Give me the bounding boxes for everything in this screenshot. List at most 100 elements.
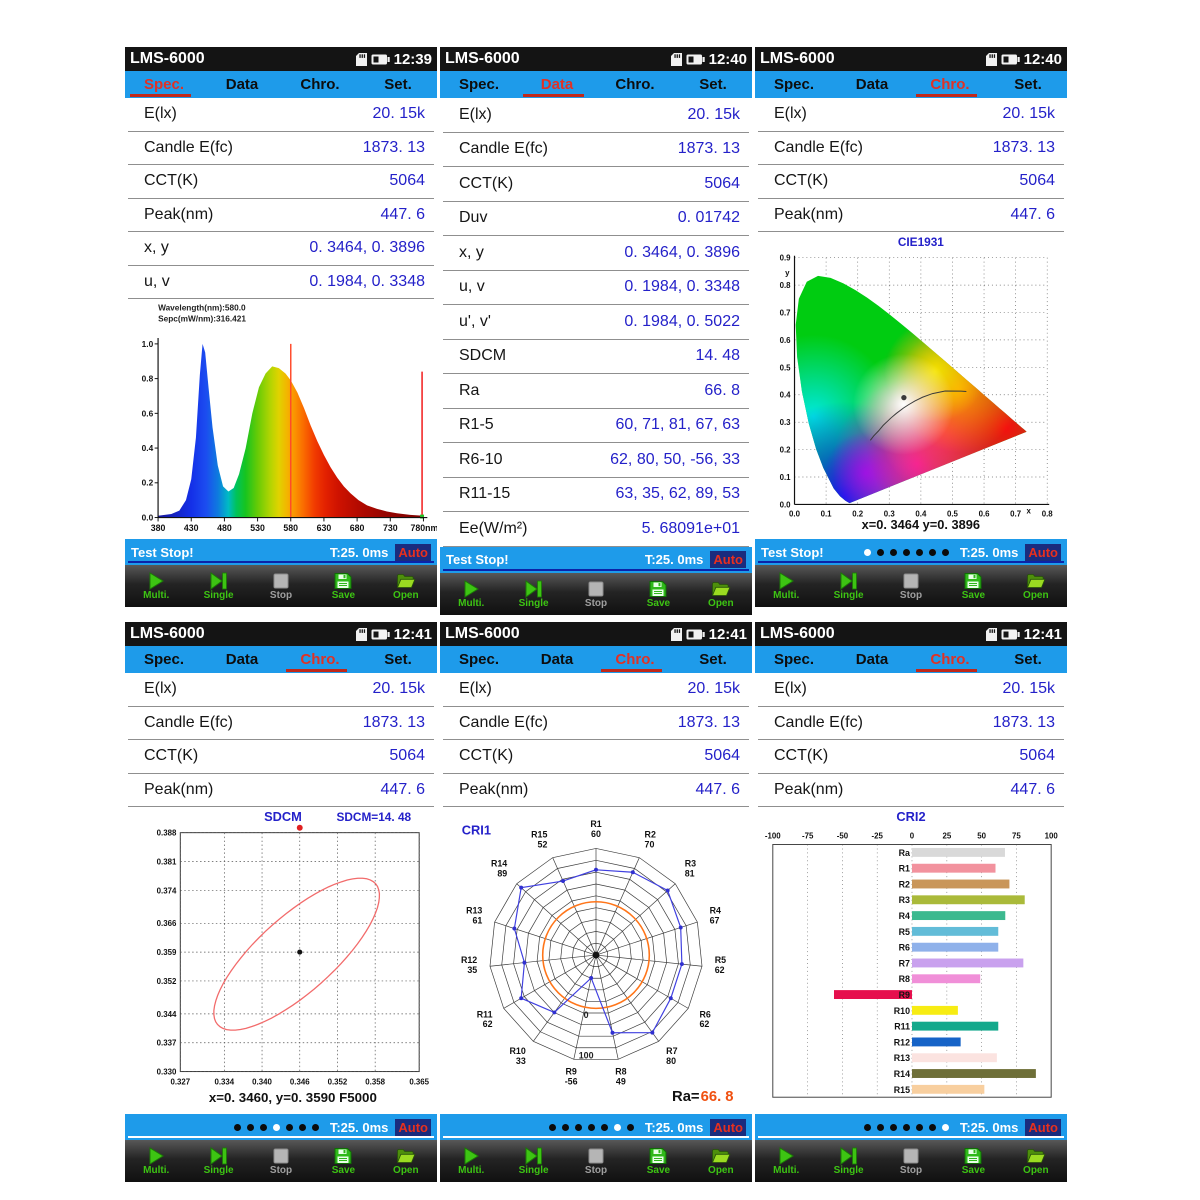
- multi-button[interactable]: Multi.: [125, 565, 187, 607]
- open-button[interactable]: Open: [690, 573, 752, 615]
- svg-text:R7: R7: [899, 958, 910, 968]
- tab-set[interactable]: Set.: [989, 71, 1067, 98]
- tab-set[interactable]: Set.: [989, 646, 1067, 673]
- svg-text:0.0: 0.0: [780, 500, 792, 509]
- table-row: Duv0. 01742: [443, 202, 749, 237]
- tab-set[interactable]: Set.: [359, 646, 437, 673]
- row-value: 447. 6: [381, 781, 425, 799]
- auto-badge[interactable]: Auto: [1025, 1119, 1061, 1136]
- svg-text:0.366: 0.366: [157, 919, 177, 928]
- stop-button[interactable]: Stop: [880, 565, 942, 607]
- auto-badge[interactable]: Auto: [395, 1119, 431, 1136]
- svg-text:66. 8: 66. 8: [701, 1089, 734, 1105]
- play-icon: [146, 572, 166, 590]
- multi-button[interactable]: Multi.: [755, 565, 817, 607]
- table-row: E(lx)20. 15k: [443, 673, 749, 707]
- single-button[interactable]: Single: [817, 1140, 879, 1182]
- single-button[interactable]: Single: [502, 1140, 564, 1182]
- svg-text:0.7: 0.7: [780, 309, 792, 318]
- row-value: 20. 15k: [1003, 680, 1055, 698]
- auto-badge[interactable]: Auto: [395, 544, 431, 561]
- panel-3: LMS-6000 12:40 Spec.DataChro.Set. E(lx)2…: [755, 47, 1067, 607]
- svg-text:CRI2: CRI2: [896, 809, 925, 824]
- row-label: CCT(K): [774, 747, 828, 765]
- row-value: 5064: [389, 172, 425, 190]
- page-dots[interactable]: [546, 1124, 637, 1131]
- page-dot: [864, 549, 871, 556]
- clock-time: 12:41: [1024, 626, 1062, 643]
- tab-set[interactable]: Set.: [359, 71, 437, 98]
- multi-button[interactable]: Multi.: [755, 1140, 817, 1182]
- svg-text:R15: R15: [894, 1085, 910, 1095]
- page-dots[interactable]: [231, 1124, 322, 1131]
- svg-text:R8: R8: [899, 974, 910, 984]
- tab-spec[interactable]: Spec.: [440, 646, 518, 673]
- save-button[interactable]: Save: [942, 565, 1004, 607]
- svg-text:-56: -56: [565, 1076, 578, 1086]
- auto-badge[interactable]: Auto: [710, 551, 746, 568]
- tab-spec[interactable]: Spec.: [125, 71, 203, 98]
- tab-chro[interactable]: Chro.: [281, 71, 359, 98]
- tab-data[interactable]: Data: [833, 646, 911, 673]
- svg-text:100: 100: [579, 1051, 594, 1061]
- multi-button[interactable]: Multi.: [440, 573, 502, 615]
- save-button[interactable]: Save: [627, 573, 689, 615]
- tab-spec[interactable]: Spec.: [755, 71, 833, 98]
- tab-set[interactable]: Set.: [674, 646, 752, 673]
- tab-spec[interactable]: Spec.: [440, 71, 518, 98]
- auto-badge[interactable]: Auto: [1025, 544, 1061, 561]
- table-row: Peak(nm)447. 6: [443, 774, 749, 808]
- open-button[interactable]: Open: [1005, 565, 1067, 607]
- save-button[interactable]: Save: [942, 1140, 1004, 1182]
- svg-text:R11: R11: [477, 1009, 493, 1019]
- save-button[interactable]: Save: [312, 565, 374, 607]
- stop-button[interactable]: Stop: [880, 1140, 942, 1182]
- svg-text:480: 480: [217, 523, 232, 533]
- svg-text:0: 0: [910, 832, 915, 841]
- tab-data[interactable]: Data: [518, 646, 596, 673]
- tab-data[interactable]: Data: [833, 71, 911, 98]
- row-label: CCT(K): [459, 747, 513, 765]
- table-row: Candle E(fc)1873. 13: [128, 707, 434, 741]
- tab-chro[interactable]: Chro.: [596, 646, 674, 673]
- open-button[interactable]: Open: [1005, 1140, 1067, 1182]
- open-button[interactable]: Open: [375, 1140, 437, 1182]
- svg-text:x: x: [1026, 506, 1031, 515]
- stop-button[interactable]: Stop: [250, 565, 312, 607]
- single-button[interactable]: Single: [187, 565, 249, 607]
- auto-badge[interactable]: Auto: [710, 1119, 746, 1136]
- tab-set[interactable]: Set.: [674, 71, 752, 98]
- tab-data[interactable]: Data: [203, 646, 281, 673]
- single-button[interactable]: Single: [187, 1140, 249, 1182]
- tab-chro[interactable]: Chro.: [281, 646, 359, 673]
- row-label: CCT(K): [144, 172, 198, 190]
- tab-chro[interactable]: Chro.: [596, 71, 674, 98]
- tab-spec[interactable]: Spec.: [755, 646, 833, 673]
- svg-text:x=0. 3464 y=0. 3896: x=0. 3464 y=0. 3896: [862, 517, 980, 532]
- battery-icon: [1001, 629, 1020, 640]
- row-label: SDCM: [459, 347, 506, 365]
- svg-text:CRI1: CRI1: [462, 823, 491, 838]
- stop-button[interactable]: Stop: [565, 573, 627, 615]
- tab-chro[interactable]: Chro.: [911, 71, 989, 98]
- page-dots[interactable]: [861, 1124, 952, 1131]
- svg-text:0.2: 0.2: [780, 446, 792, 455]
- multi-button[interactable]: Multi.: [440, 1140, 502, 1182]
- stop-button[interactable]: Stop: [250, 1140, 312, 1182]
- stop-button[interactable]: Stop: [565, 1140, 627, 1182]
- single-button[interactable]: Single: [817, 565, 879, 607]
- save-button[interactable]: Save: [627, 1140, 689, 1182]
- svg-text:61: 61: [473, 916, 483, 926]
- page-dots[interactable]: [861, 549, 952, 556]
- tab-data[interactable]: Data: [518, 71, 596, 98]
- tab-spec[interactable]: Spec.: [125, 646, 203, 673]
- toolbar-button-label: Save: [962, 590, 985, 601]
- multi-button[interactable]: Multi.: [125, 1140, 187, 1182]
- tab-data[interactable]: Data: [203, 71, 281, 98]
- open-button[interactable]: Open: [375, 565, 437, 607]
- single-button[interactable]: Single: [502, 573, 564, 615]
- svg-text:580: 580: [283, 523, 298, 533]
- save-button[interactable]: Save: [312, 1140, 374, 1182]
- tab-chro[interactable]: Chro.: [911, 646, 989, 673]
- open-button[interactable]: Open: [690, 1140, 752, 1182]
